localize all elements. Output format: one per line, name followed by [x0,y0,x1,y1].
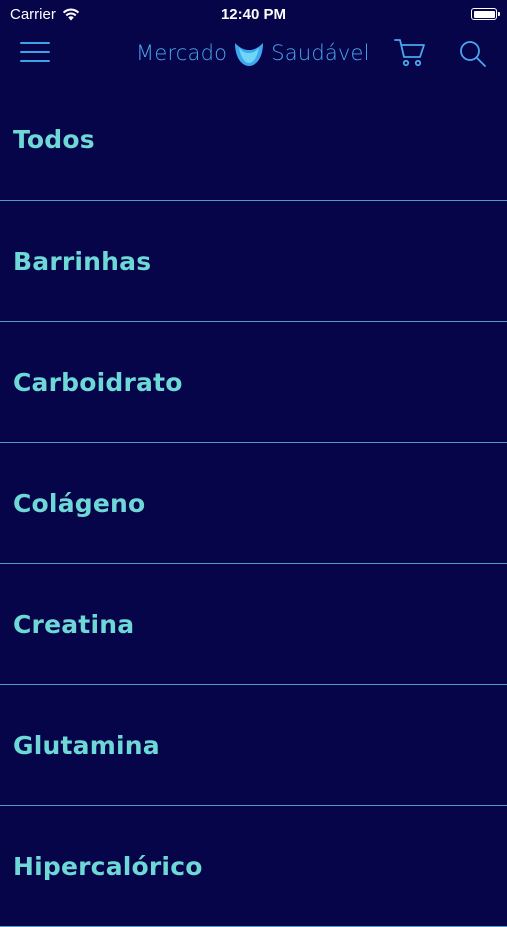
category-label: Carboidrato [13,367,183,397]
category-item-creatina[interactable]: Creatina [0,564,507,685]
category-label: Colágeno [13,488,146,518]
category-item-glutamina[interactable]: Glutamina [0,685,507,806]
category-label: Creatina [13,609,135,639]
hamburger-icon-line-middle [20,51,50,53]
category-item-carboidrato[interactable]: Carboidrato [0,322,507,443]
category-item-barrinhas[interactable]: Barrinhas [0,201,507,322]
brand-mark-icon [235,42,264,66]
carrier-label: Carrier [10,5,56,23]
cart-button[interactable] [394,38,426,68]
category-label: Hipercalórico [13,851,203,881]
nav-bar: Mercado Saudável [0,28,507,78]
battery-level [473,10,495,18]
search-button[interactable] [458,39,488,69]
category-item-hipercalorico[interactable]: Hipercalórico [0,806,507,927]
hamburger-icon-line-bottom [20,60,50,62]
category-item-colageno[interactable]: Colágeno [0,443,507,564]
status-bar: Carrier 12:40 PM [0,0,507,28]
brand-name-right: Saudável [271,41,370,65]
brand-logo[interactable]: Mercado Saudável [136,36,370,70]
category-label: Todos [13,124,95,154]
search-icon [460,41,486,67]
category-label: Glutamina [13,730,160,760]
wifi-icon [62,8,79,20]
category-list: Todos Barrinhas Carboidrato Colágeno Cre… [0,78,507,927]
brand-name-left: Mercado [136,41,228,65]
category-label: Barrinhas [13,246,152,276]
status-left: Carrier [10,6,80,23]
category-item-todos[interactable]: Todos [0,78,507,201]
battery-icon [471,8,500,20]
cart-icon [394,39,425,67]
hamburger-icon-line-top [20,42,50,44]
menu-button[interactable] [20,40,50,64]
